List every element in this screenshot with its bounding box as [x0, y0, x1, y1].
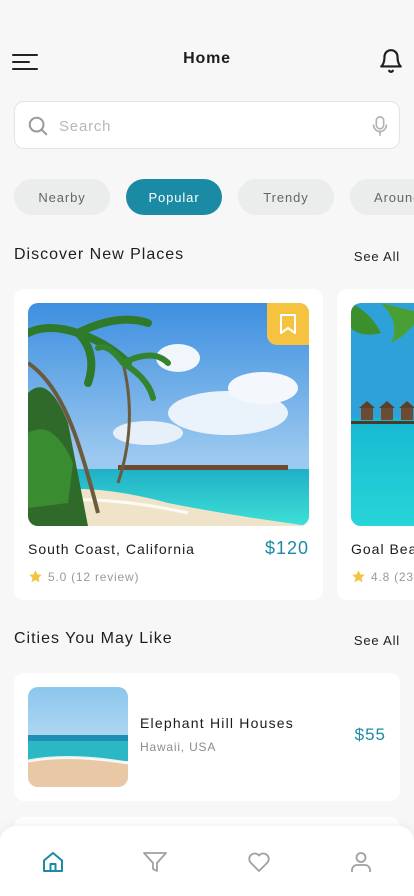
see-all-discover-link[interactable]: See All — [354, 249, 400, 264]
place-card[interactable]: South Coast, California $120 5.0 (12 rev… — [14, 289, 323, 600]
section-title-discover: Discover New Places — [14, 246, 185, 263]
bottom-nav — [0, 826, 414, 896]
app-header: Home — [0, 44, 414, 80]
city-price: $55 — [354, 725, 386, 744]
city-card[interactable]: Elephant Hill Houses Hawaii, USA $55 — [14, 673, 400, 801]
place-rating: 4.8 (23 — [351, 569, 414, 584]
see-all-cities-link[interactable]: See All — [354, 633, 400, 648]
filter-icon[interactable] — [141, 848, 169, 876]
star-icon — [29, 570, 42, 583]
home-icon[interactable] — [39, 848, 67, 876]
place-name: South Coast, California — [28, 541, 195, 557]
mic-icon[interactable] — [371, 115, 389, 142]
city-location: Hawaii, USA — [140, 740, 217, 754]
place-image — [351, 303, 414, 526]
review-count: (23 — [394, 569, 414, 584]
rating-value: 4.8 — [371, 569, 391, 584]
place-name: Goal Beach — [351, 541, 414, 557]
place-card[interactable]: Goal Beach 4.8 (23 — [337, 289, 414, 600]
chip-trendy[interactable]: Trendy — [238, 179, 334, 215]
place-price: $120 — [264, 538, 309, 558]
heart-icon[interactable] — [245, 848, 273, 876]
review-count: (12 review) — [71, 569, 140, 584]
profile-icon[interactable] — [347, 848, 375, 876]
chip-popular[interactable]: Popular — [126, 179, 222, 215]
section-title-cities: Cities You May Like — [14, 630, 173, 647]
place-image — [28, 303, 309, 526]
city-name: Elephant Hill Houses — [140, 715, 294, 731]
places-carousel[interactable]: South Coast, California $120 5.0 (12 rev… — [14, 289, 414, 601]
bookmark-icon[interactable] — [267, 303, 309, 345]
place-rating: 5.0 (12 review) — [28, 569, 139, 584]
chip-nearby[interactable]: Nearby — [14, 179, 110, 215]
bell-icon[interactable] — [378, 48, 404, 74]
city-image — [28, 687, 128, 787]
page-title: Home — [183, 50, 231, 67]
category-chips: Nearby Popular Trendy Around — [14, 179, 414, 215]
star-icon — [352, 570, 365, 583]
search-icon — [27, 115, 49, 142]
search-bar — [14, 101, 400, 149]
chip-around[interactable]: Around — [350, 179, 414, 215]
rating-value: 5.0 — [48, 569, 68, 584]
search-input[interactable] — [59, 112, 359, 140]
